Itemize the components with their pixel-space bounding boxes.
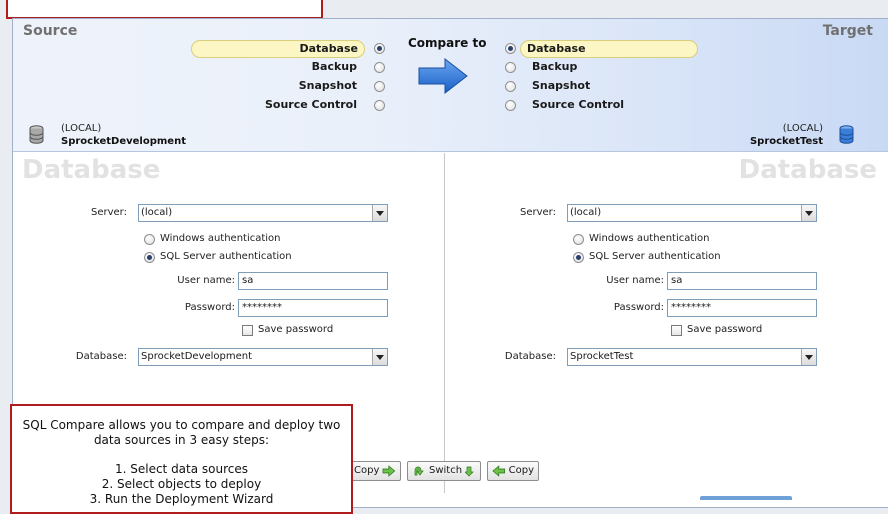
- target-database-label: Database:: [504, 351, 556, 362]
- target-username-input[interactable]: sa: [667, 272, 817, 290]
- target-server-local: (LOCAL): [782, 123, 823, 134]
- target-database-dropdown[interactable]: SprocketTest: [567, 348, 817, 366]
- target-username-label: User name:: [606, 275, 664, 286]
- tutorial-callout-top: [6, 0, 323, 19]
- callout-text-line1: SQL Compare allows you to compare and de…: [22, 418, 341, 432]
- switch-icon-right: [465, 466, 474, 477]
- arrow-right-icon: [382, 465, 396, 477]
- target-option-label: Backup: [532, 60, 578, 73]
- switch-icon: [414, 466, 424, 476]
- source-option-label: Backup: [311, 60, 357, 73]
- compare-to-label: Compare to: [408, 36, 487, 50]
- target-server-value: (local): [570, 207, 602, 218]
- source-server-dropdown[interactable]: (local): [138, 204, 388, 222]
- switch-button[interactable]: Switch: [407, 461, 481, 481]
- target-snapshot-radio[interactable]: [505, 81, 516, 92]
- source-title: Source: [23, 23, 78, 39]
- source-database-label: Database:: [75, 351, 127, 362]
- target-database-value: SprocketTest: [570, 351, 634, 362]
- source-server-value: (local): [141, 207, 173, 218]
- source-windows-auth-radio[interactable]: [144, 234, 155, 245]
- source-username-input[interactable]: sa: [238, 272, 388, 290]
- source-database-name: SprocketDevelopment: [61, 136, 186, 147]
- chevron-down-icon[interactable]: [801, 349, 816, 365]
- target-option-label: Source Control: [532, 98, 625, 111]
- target-database-icon: [839, 125, 854, 144]
- arrow-left-icon: [492, 465, 506, 477]
- source-username-label: User name:: [177, 275, 235, 286]
- callout-step-1: 1. Select data sources: [114, 462, 249, 476]
- target-save-password-checkbox[interactable]: [671, 325, 682, 336]
- source-option-label: Snapshot: [298, 79, 357, 92]
- source-snapshot-radio[interactable]: [374, 81, 385, 92]
- source-database-icon: [29, 125, 44, 144]
- target-option-database[interactable]: Database: [520, 40, 698, 58]
- source-database-radio[interactable]: [374, 43, 385, 54]
- source-password-label: Password:: [184, 302, 235, 313]
- copy-button-label: Copy: [508, 465, 534, 476]
- source-watermark: Database: [22, 155, 161, 185]
- source-sql-auth-radio[interactable]: [144, 252, 155, 263]
- source-option-backup[interactable]: Backup: [253, 59, 357, 75]
- target-option-source-control[interactable]: Source Control: [532, 97, 624, 113]
- callout-step-2: 2. Select objects to deploy: [101, 477, 262, 491]
- target-source-control-radio[interactable]: [505, 100, 516, 111]
- copy-source-to-target-button[interactable]: Copy: [349, 461, 401, 481]
- target-save-password-label: Save password: [687, 324, 763, 335]
- target-database-name: SprocketTest: [749, 136, 823, 147]
- source-backup-radio[interactable]: [374, 62, 385, 73]
- chevron-down-icon[interactable]: [372, 205, 387, 221]
- source-save-password-checkbox[interactable]: [242, 325, 253, 336]
- source-password-input[interactable]: ********: [238, 299, 388, 317]
- source-windows-auth-label: Windows authentication: [160, 233, 281, 244]
- target-sql-auth-label: SQL Server authentication: [589, 251, 721, 262]
- target-title: Target: [822, 23, 873, 39]
- callout-text-line2: data sources in 3 easy steps:: [93, 433, 270, 447]
- source-server-label: Server:: [91, 207, 127, 218]
- next-button-edge[interactable]: [700, 496, 792, 500]
- source-option-label: Source Control: [264, 98, 357, 111]
- source-option-source-control[interactable]: Source Control: [233, 97, 357, 113]
- source-option-snapshot[interactable]: Snapshot: [253, 78, 357, 94]
- target-database-radio[interactable]: [505, 43, 516, 54]
- target-windows-auth-label: Windows authentication: [589, 233, 710, 244]
- source-option-database[interactable]: Database: [191, 40, 365, 58]
- source-server-local: (LOCAL): [61, 123, 102, 134]
- source-database-value: SprocketDevelopment: [141, 351, 253, 362]
- source-source-control-radio[interactable]: [374, 100, 385, 111]
- data-source-selector: Source Target Database Backup Snapshot S…: [13, 19, 888, 152]
- target-option-label: Database: [520, 40, 698, 58]
- chevron-down-icon[interactable]: [801, 205, 816, 221]
- target-option-label: Snapshot: [532, 79, 591, 92]
- target-windows-auth-radio[interactable]: [573, 234, 584, 245]
- target-connection-panel: Database Server: (local) Windows authent…: [446, 153, 888, 493]
- target-password-label: Password:: [613, 302, 664, 313]
- source-option-label: Database: [191, 40, 365, 58]
- target-option-snapshot[interactable]: Snapshot: [532, 78, 590, 94]
- target-option-backup[interactable]: Backup: [532, 59, 577, 75]
- target-password-input[interactable]: ********: [667, 299, 817, 317]
- target-backup-radio[interactable]: [505, 62, 516, 73]
- target-sql-auth-radio[interactable]: [573, 252, 584, 263]
- source-save-password-label: Save password: [258, 324, 334, 335]
- compare-arrow-icon: [418, 57, 468, 95]
- target-watermark: Database: [738, 155, 877, 185]
- copy-target-to-source-button[interactable]: Copy: [487, 461, 539, 481]
- chevron-down-icon[interactable]: [372, 349, 387, 365]
- source-database-dropdown[interactable]: SprocketDevelopment: [138, 348, 388, 366]
- tutorial-callout: SQL Compare allows you to compare and de…: [10, 404, 353, 514]
- source-sql-auth-label: SQL Server authentication: [160, 251, 292, 262]
- copy-button-label: Copy: [354, 465, 380, 476]
- target-server-dropdown[interactable]: (local): [567, 204, 817, 222]
- target-server-label: Server:: [520, 207, 556, 218]
- switch-button-label: Switch: [429, 465, 463, 476]
